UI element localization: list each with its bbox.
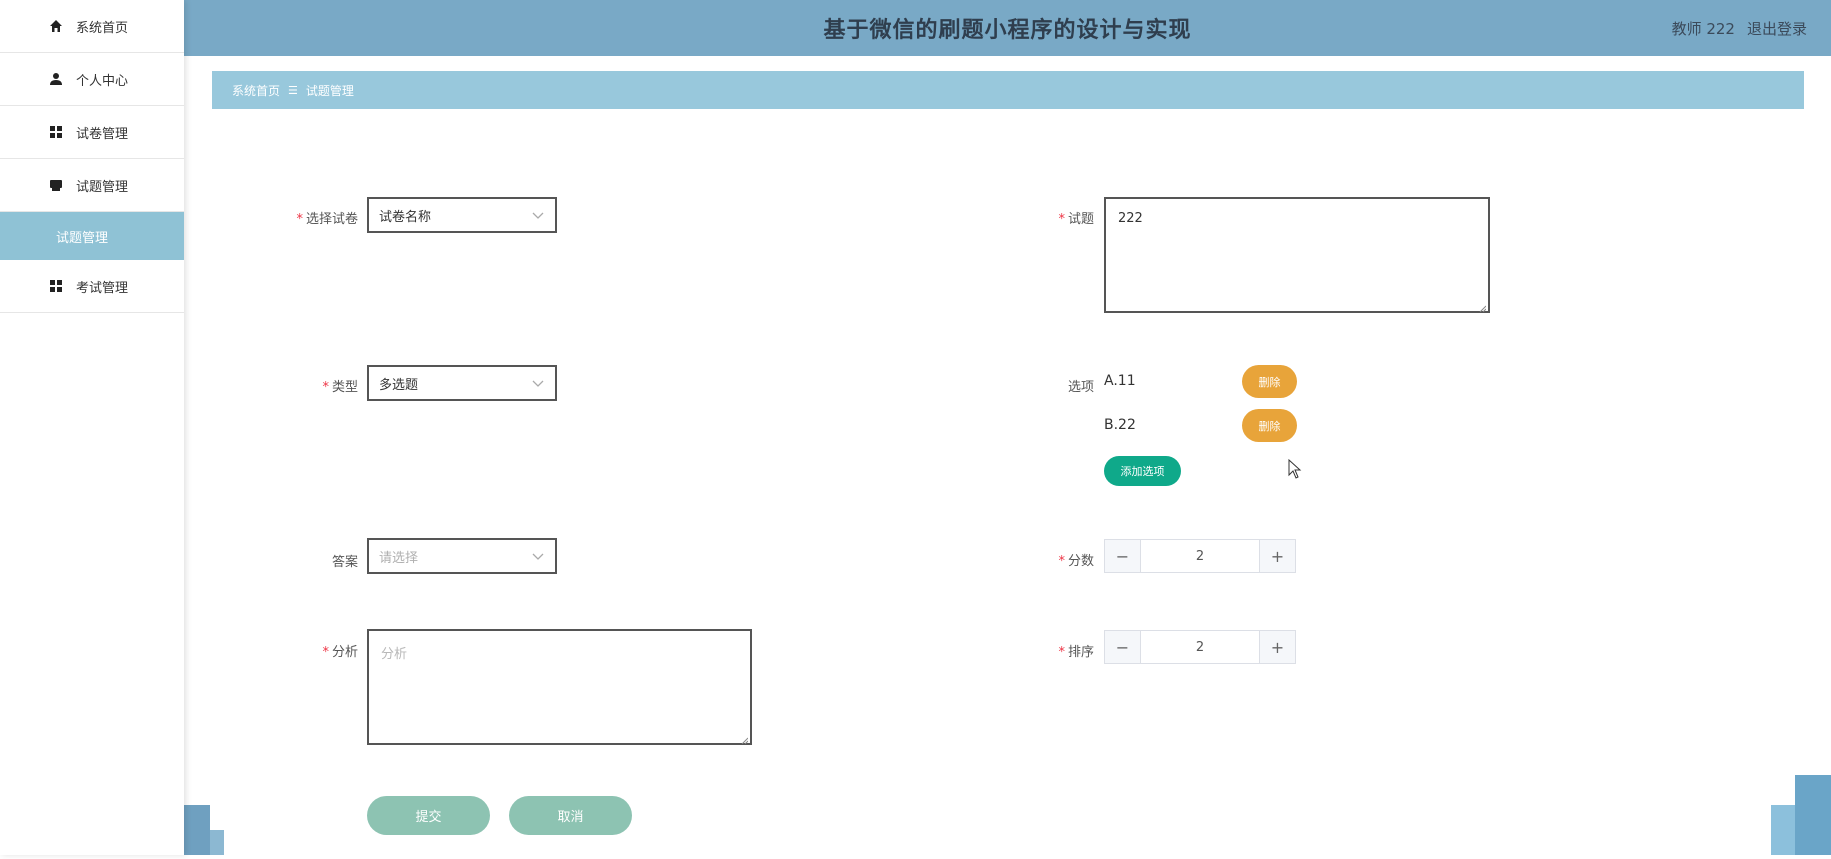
chevron-down-icon [531, 376, 545, 390]
plus-icon[interactable]: + [1259, 540, 1295, 572]
sidebar-item-label: 试卷管理 [76, 126, 129, 142]
paper-select[interactable]: 试卷名称 [367, 197, 557, 233]
sidebar-item-home[interactable]: 系统首页 [0, 0, 184, 53]
grid-icon [48, 124, 64, 140]
analysis-textarea[interactable]: 分析 [367, 629, 752, 745]
user-area: 教师 222 退出登录 [1672, 0, 1807, 56]
sidebar-item-label: 个人中心 [76, 73, 129, 89]
score-value[interactable]: 2 [1141, 540, 1259, 572]
mouse-cursor-icon [1288, 458, 1302, 483]
type-label: * 类型 [322, 380, 358, 395]
resize-handle-icon[interactable] [1478, 301, 1487, 313]
minus-icon[interactable]: − [1105, 631, 1141, 663]
order-label: * 排序 [1058, 645, 1094, 660]
sidebar-subitem-label: 试题管理 [56, 230, 109, 246]
printer-icon [48, 177, 64, 193]
home-icon [48, 18, 64, 34]
breadcrumb-separator: ☰ [288, 83, 298, 97]
answer-label: 答案 [331, 555, 358, 570]
answer-select[interactable]: 请选择 [367, 538, 557, 574]
cancel-button[interactable]: 取消 [509, 796, 632, 835]
minus-icon[interactable]: − [1105, 540, 1141, 572]
score-stepper[interactable]: − 2 + [1104, 539, 1296, 573]
person-icon [48, 71, 64, 87]
paper-select-value: 试卷名称 [379, 209, 432, 225]
analysis-label: * 分析 [322, 645, 358, 660]
sidebar-item-label: 试题管理 [76, 179, 129, 195]
type-select-value: 多选题 [379, 377, 419, 393]
analysis-textarea-placeholder: 分析 [381, 647, 408, 662]
plus-icon[interactable]: + [1259, 631, 1295, 663]
order-stepper[interactable]: − 2 + [1104, 630, 1296, 664]
paper-label: * 选择试卷 [296, 212, 358, 227]
sidebar-item-profile[interactable]: 个人中心 [0, 53, 184, 106]
logout-link[interactable]: 退出登录 [1747, 18, 1807, 39]
decorative-buildings-right [1771, 775, 1831, 859]
chevron-down-icon [531, 208, 545, 222]
add-option-button[interactable]: 添加选项 [1104, 456, 1181, 486]
breadcrumb: 系统首页 ☰ 试题管理 [212, 71, 1804, 109]
question-label: * 试题 [1058, 212, 1094, 227]
breadcrumb-home[interactable]: 系统首页 [232, 82, 280, 99]
grid-icon [48, 278, 64, 294]
submit-button[interactable]: 提交 [367, 796, 490, 835]
sidebar-item-label: 系统首页 [76, 20, 129, 36]
sidebar: 系统首页 个人中心 试卷管理 试题管理 试题管理 考试管理 [0, 0, 184, 855]
resize-handle-icon[interactable] [740, 733, 749, 745]
breadcrumb-current: 试题管理 [305, 83, 354, 98]
option-a-text: A.11 [1104, 373, 1136, 389]
score-label: * 分数 [1058, 554, 1094, 569]
chevron-down-icon [531, 549, 545, 563]
delete-option-a-button[interactable]: 删除 [1242, 365, 1297, 398]
order-value[interactable]: 2 [1141, 631, 1259, 663]
answer-select-placeholder: 请选择 [379, 550, 419, 566]
header-bar: 基于微信的刷题小程序的设计与实现 教师 222 退出登录 [184, 0, 1831, 56]
question-textarea-value: 222 [1118, 211, 1143, 226]
type-select[interactable]: 多选题 [367, 365, 557, 401]
sidebar-item-label: 考试管理 [76, 280, 129, 296]
user-label: 教师 222 [1671, 19, 1735, 38]
options-label: 选项 [1067, 380, 1094, 395]
sidebar-item-question-management[interactable]: 试题管理 [0, 159, 184, 212]
sidebar-subitem-question-management[interactable]: 试题管理 [0, 212, 184, 260]
sidebar-item-paper-management[interactable]: 试卷管理 [0, 106, 184, 159]
option-b-text: B.22 [1104, 417, 1136, 433]
sidebar-item-exam-management[interactable]: 考试管理 [0, 260, 184, 313]
page-title: 基于微信的刷题小程序的设计与实现 [823, 18, 1192, 43]
question-textarea[interactable]: 222 [1104, 197, 1490, 313]
decorative-buildings-left [184, 800, 244, 859]
delete-option-b-button[interactable]: 删除 [1242, 409, 1297, 442]
